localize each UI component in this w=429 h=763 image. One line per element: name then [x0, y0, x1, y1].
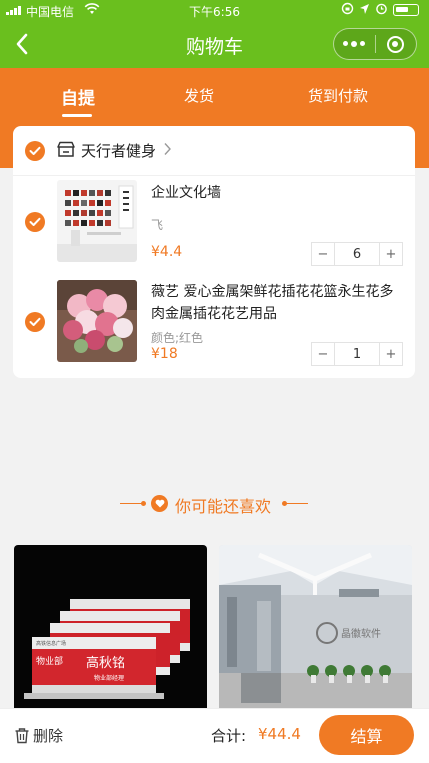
shop-name[interactable]: 天行者健身 [81, 140, 156, 161]
bottom-bar: 删除 合计: ¥44.4 结算 [0, 708, 429, 763]
decrease-button[interactable]: − [312, 243, 334, 265]
checkout-button[interactable]: 结算 [319, 715, 414, 755]
product-spec: 颜色;红色 [151, 331, 204, 345]
increase-button[interactable]: + [380, 343, 402, 365]
plaque-role-text: 物业部经理 [94, 674, 124, 682]
tab-pickup[interactable]: 自提 [61, 84, 95, 109]
product-image-culture-wall[interactable] [57, 180, 137, 262]
checkmark-icon [29, 317, 41, 326]
product-price: ¥18 [151, 346, 178, 362]
item-checkbox[interactable] [25, 312, 45, 332]
item-checkbox[interactable] [25, 212, 45, 232]
more-menu-button[interactable] [334, 29, 375, 59]
shop-header: 天行者健身 [13, 126, 415, 176]
total-value: ¥44.4 [258, 725, 301, 743]
store-icon [57, 141, 75, 162]
recommend-card-office[interactable]: 晶徽软件 [219, 545, 412, 710]
delete-label: 删除 [33, 727, 64, 745]
quantity-value[interactable]: 1 [334, 343, 380, 365]
checkmark-icon [29, 146, 41, 155]
divider-right [282, 501, 308, 506]
plaque-dept-text: 物业部 [36, 655, 63, 667]
plaque-name-text: 高秋铭 [86, 655, 125, 671]
status-bar: 中国电信 下午6:56 [0, 0, 429, 22]
decrease-button[interactable]: − [312, 343, 334, 365]
quantity-stepper: − 6 + [311, 242, 403, 266]
product-title[interactable]: 薇艺 爱心金属架鲜花插花花篮永生花多肉金属插花花艺用品 [151, 281, 406, 325]
trash-icon [15, 728, 29, 744]
nav-bar: 购物车 [0, 22, 429, 68]
shop-checkbox[interactable] [25, 141, 45, 161]
product-price: ¥4.4 [151, 244, 183, 260]
battery-icon [393, 4, 419, 16]
heart-icon [151, 495, 168, 512]
close-miniprogram-button[interactable] [376, 29, 417, 59]
divider-left [120, 501, 146, 506]
chevron-right-icon[interactable] [163, 140, 172, 160]
quantity-stepper: − 1 + [311, 342, 403, 366]
product-title[interactable]: 企业文化墙 [151, 182, 406, 204]
delete-button[interactable]: 删除 [14, 725, 63, 746]
alarm-icon [375, 2, 388, 18]
recommend-label: 你可能还喜欢 [175, 497, 272, 516]
active-tab-indicator [62, 114, 92, 117]
product-image-flower-basket[interactable] [57, 280, 137, 362]
location-icon [359, 3, 370, 18]
checkmark-icon [29, 217, 41, 226]
target-icon [387, 35, 405, 53]
total-label: 合计: [211, 727, 247, 745]
office-logo-text: 晶徽软件 [341, 627, 381, 640]
tab-cod[interactable]: 货到付款 [308, 85, 368, 106]
product-spec: 飞 [151, 218, 164, 232]
recommend-card-nameplate[interactable]: 高铁信息广场 物业部 高秋铭 物业部经理 [14, 545, 207, 710]
quantity-value[interactable]: 6 [334, 243, 380, 265]
tab-shipping[interactable]: 发货 [184, 85, 214, 106]
plaque-company-text: 高铁信息广场 [36, 640, 66, 647]
miniprogram-capsule [333, 28, 417, 60]
recommend-heading: 你可能还喜欢 [0, 492, 429, 516]
increase-button[interactable]: + [380, 243, 402, 265]
more-dots-icon [343, 40, 366, 47]
lock-rotation-icon [341, 2, 354, 18]
cart-card: 天行者健身 企业文化墙 飞 ¥4.4 − 6 + 薇艺 爱心金属架鲜花插花花篮永… [13, 126, 415, 378]
